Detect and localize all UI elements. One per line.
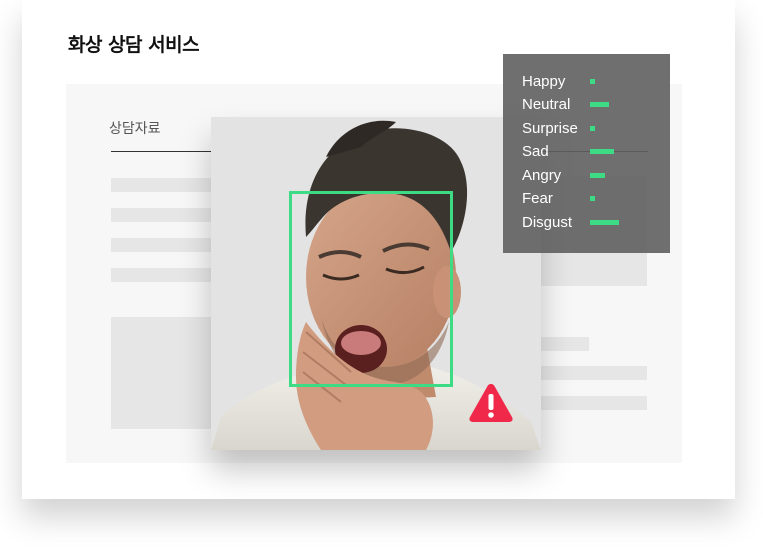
emotion-label: Disgust bbox=[522, 214, 573, 231]
page-title: 화상 상담 서비스 bbox=[68, 34, 200, 56]
emotion-level-bar bbox=[590, 173, 605, 178]
emotion-panel: Happy Neutral Surprise Sad Angry Fear Di… bbox=[503, 54, 670, 253]
placeholder-line bbox=[541, 396, 647, 410]
emotion-row-surprise: Surprise bbox=[522, 119, 662, 139]
placeholder-line bbox=[541, 366, 647, 380]
emotion-level-bar bbox=[590, 220, 619, 225]
emotion-level-bar bbox=[590, 79, 595, 84]
placeholder-line bbox=[111, 178, 211, 192]
document-tab-label[interactable]: 상담자료 bbox=[109, 118, 161, 138]
emotion-label: Surprise bbox=[522, 120, 578, 137]
emotion-level-bar bbox=[590, 126, 595, 131]
emotion-row-happy: Happy bbox=[522, 72, 662, 92]
emotion-label: Sad bbox=[522, 143, 549, 160]
emotion-level-bar bbox=[590, 196, 595, 201]
emotion-row-neutral: Neutral bbox=[522, 95, 662, 115]
placeholder-line bbox=[111, 268, 211, 282]
emotion-label: Fear bbox=[522, 190, 553, 207]
emotion-label: Angry bbox=[522, 167, 562, 184]
placeholder-line bbox=[111, 208, 211, 222]
warning-icon bbox=[469, 384, 513, 422]
emotion-level-bar bbox=[590, 149, 614, 154]
placeholder-line bbox=[541, 337, 589, 351]
placeholder-block bbox=[111, 317, 211, 429]
emotion-row-disgust: Disgust bbox=[522, 213, 662, 233]
face-detection-box bbox=[289, 191, 453, 387]
emotion-level-bar bbox=[590, 102, 609, 107]
emotion-label: Happy bbox=[522, 73, 566, 90]
placeholder-line bbox=[111, 238, 211, 252]
emotion-row-fear: Fear bbox=[522, 189, 662, 209]
emotion-label: Neutral bbox=[522, 96, 571, 113]
emotion-row-angry: Angry bbox=[522, 166, 662, 186]
emotion-row-sad: Sad bbox=[522, 142, 662, 162]
